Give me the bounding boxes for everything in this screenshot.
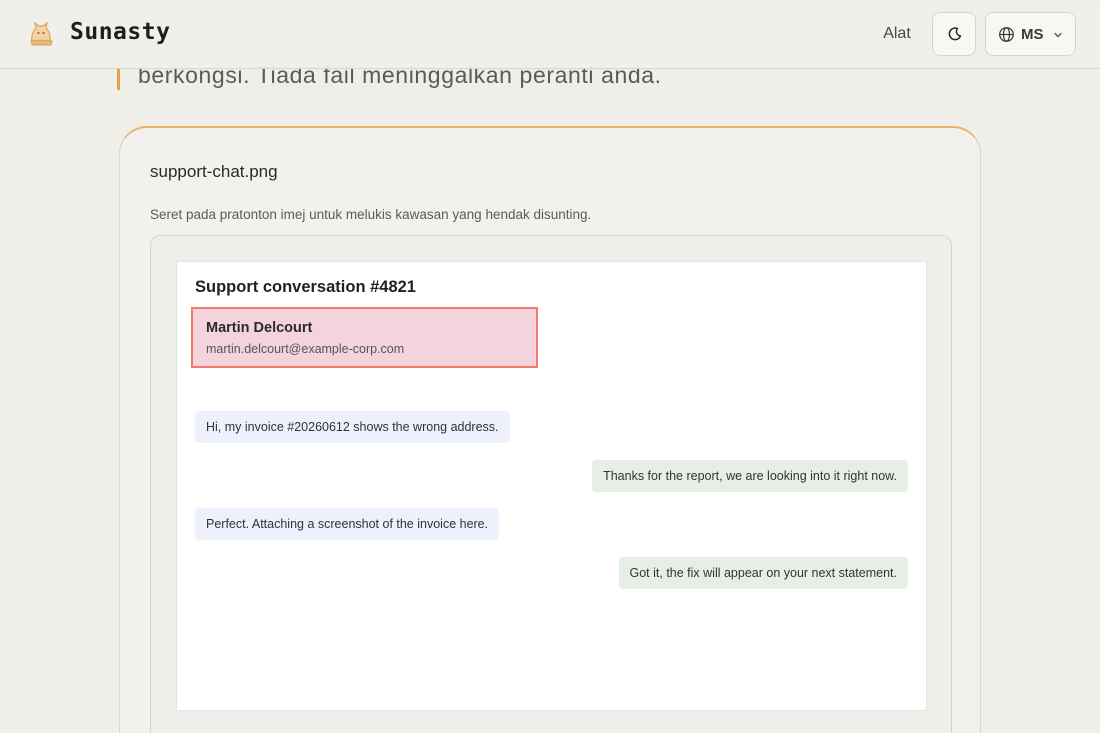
chevron-down-icon bbox=[1054, 32, 1062, 38]
chat-message-outgoing: Got it, the fix will appear on your next… bbox=[618, 557, 908, 589]
chat-message-outgoing: Thanks for the report, we are looking in… bbox=[592, 460, 908, 492]
conversation-title: Support conversation #4821 bbox=[195, 278, 416, 296]
globe-icon bbox=[999, 27, 1014, 42]
nav-tools-link[interactable]: Alat bbox=[872, 23, 922, 45]
top-header: Sunasty Alat MS bbox=[0, 0, 1100, 69]
contact-name: Martin Delcourt bbox=[206, 320, 313, 336]
language-select[interactable]: MS bbox=[985, 12, 1076, 56]
editor-card: support-chat.png Seret pada pratonton im… bbox=[119, 126, 981, 733]
chat-message-incoming: Perfect. Attaching a screenshot of the i… bbox=[195, 508, 500, 540]
editor-hint: Seret pada pratonton imej untuk melukis … bbox=[150, 207, 592, 222]
selected-redaction-region[interactable]: Martin Delcourt martin.delcourt@example-… bbox=[191, 307, 538, 368]
chat-message-incoming: Hi, my invoice #20260612 shows the wrong… bbox=[195, 411, 510, 443]
brand-name[interactable]: Sunasty bbox=[70, 19, 170, 45]
theme-toggle-button[interactable] bbox=[932, 12, 976, 56]
image-preview-canvas[interactable]: Support conversation #4821 Martin Delcou… bbox=[176, 261, 927, 711]
contact-email: martin.delcourt@example-corp.com bbox=[206, 342, 405, 356]
moon-icon bbox=[948, 27, 962, 41]
cat-logo-icon[interactable] bbox=[26, 19, 56, 49]
file-name: support-chat.png bbox=[150, 162, 278, 181]
image-preview-frame[interactable]: Support conversation #4821 Martin Delcou… bbox=[150, 235, 952, 733]
language-label: MS bbox=[1021, 26, 1044, 43]
